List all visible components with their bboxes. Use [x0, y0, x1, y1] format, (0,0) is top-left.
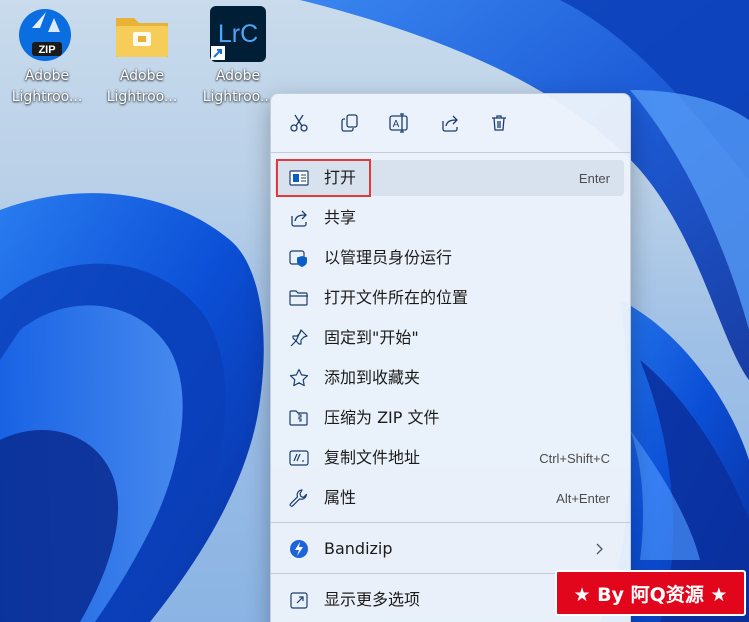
folder-icon [113, 6, 171, 64]
menu-item-label: 打开文件所在的位置 [324, 288, 469, 307]
trash-icon [492, 115, 506, 131]
menu-item-label: 以管理员身份运行 [324, 248, 453, 267]
menu-item-label: 添加到收藏夹 [324, 368, 421, 387]
rename-icon: A [389, 113, 408, 133]
highlight-box [276, 159, 371, 197]
delete-button[interactable] [484, 108, 514, 138]
lightroom-classic-icon: LrC [209, 6, 267, 64]
menu-item-compress-zip[interactable]: 压缩为 ZIP 文件 [275, 400, 624, 436]
wrench-icon [289, 488, 309, 508]
menu-item-label: Bandizip [324, 539, 393, 558]
menu-item-shortcut: Alt+Enter [556, 491, 610, 506]
watermark-text: ★ By 阿Q资源 ★ [573, 583, 728, 606]
menu-item-open-file-location[interactable]: 打开文件所在的位置 [275, 280, 624, 316]
cut-button[interactable] [284, 108, 314, 138]
menu-item-shortcut: Ctrl+Shift+C [539, 451, 610, 466]
menu-item-label: 共享 [324, 208, 357, 227]
copy-button[interactable] [335, 108, 365, 138]
share-icon [442, 115, 458, 132]
menu-item-label: 复制文件地址 [324, 448, 421, 467]
share-icon [289, 208, 309, 228]
menu-separator [271, 522, 630, 523]
more-options-icon [289, 590, 309, 610]
desktop-icon-adobe-lightroom-folder[interactable]: Adobe Lightroo... [97, 4, 187, 110]
desktop-icon-adobe-lightroom-zip[interactable]: ZIP Adobe Lightroo... [2, 4, 92, 110]
menu-item-run-as-admin[interactable]: 以管理员身份运行 [275, 240, 624, 276]
context-menu-toolbar: A [271, 94, 630, 152]
menu-item-share[interactable]: 共享 [275, 200, 624, 236]
zip-folder-icon [289, 408, 309, 428]
menu-item-label: 压缩为 ZIP 文件 [324, 408, 440, 427]
desktop-icon-label: Adobe Lightroo... [11, 68, 83, 105]
copy-path-icon [289, 448, 309, 468]
copy-icon [341, 114, 358, 132]
bandizip-icon [289, 539, 309, 559]
menu-item-label: 固定到"开始" [324, 328, 419, 347]
desktop-icon-adobe-lightroom-shortcut[interactable]: LrC Adobe Lightroo... [193, 4, 283, 110]
menu-separator [271, 152, 630, 153]
chevron-right-icon [596, 543, 603, 555]
menu-item-properties[interactable]: 属性 Alt+Enter [275, 480, 624, 516]
svg-text:A: A [393, 119, 400, 130]
desktop-icon-label: Adobe Lightroo... [106, 68, 178, 105]
scissors-icon [290, 114, 308, 132]
menu-item-add-to-favorites[interactable]: 添加到收藏夹 [275, 360, 624, 396]
zip-badge-text: ZIP [38, 44, 55, 56]
watermark-badge: ★ By 阿Q资源 ★ [555, 570, 746, 616]
menu-item-shortcut: Enter [578, 171, 610, 186]
desktop: ZIP Adobe Lightroo... Adobe Lightroo... … [0, 0, 749, 622]
rename-button[interactable]: A [384, 108, 414, 138]
menu-item-bandizip[interactable]: Bandizip [275, 531, 624, 567]
pin-icon [289, 328, 309, 348]
menu-item-label: 显示更多选项 [324, 590, 421, 609]
menu-item-label: 属性 [324, 488, 357, 507]
lrc-badge-text: LrC [218, 20, 258, 48]
menu-item-pin-to-start[interactable]: 固定到"开始" [275, 320, 624, 356]
admin-shield-icon [289, 248, 309, 268]
share-button[interactable] [435, 108, 465, 138]
star-icon [289, 368, 309, 388]
zip-archive-icon: ZIP [18, 6, 76, 64]
folder-icon [289, 288, 309, 308]
menu-item-copy-path[interactable]: 复制文件地址 Ctrl+Shift+C [275, 440, 624, 476]
